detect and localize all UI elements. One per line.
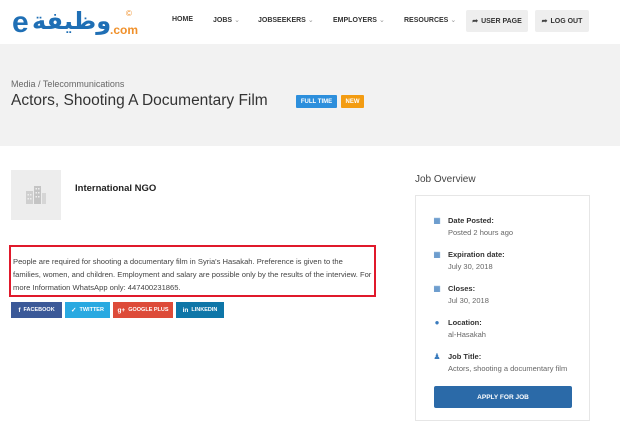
job-description: People are required for shooting a docum… — [9, 245, 376, 297]
nav-jobseekers-label: JOBSEEKERS — [258, 17, 306, 24]
overview-label: Date Posted: — [448, 216, 494, 225]
nav-jobs[interactable]: JOBS ⌄ — [213, 16, 240, 24]
share-facebook-button[interactable]: f FACEBOOK — [11, 302, 62, 318]
overview-label: Location: — [448, 318, 482, 327]
share-google-button[interactable]: g+ GOOGLE PLUS — [113, 302, 173, 318]
linkedin-icon: in — [182, 306, 189, 314]
chevron-down-icon: ⌄ — [450, 17, 457, 24]
job-overview-heading: Job Overview — [415, 174, 476, 185]
share-linkedin-button[interactable]: in LINKEDIN — [176, 302, 224, 318]
share-facebook-label: FACEBOOK — [23, 307, 55, 313]
user-page-label: USER PAGE — [481, 17, 522, 25]
user-page-button[interactable]: ➦ USER PAGE — [466, 10, 528, 32]
page-title: Actors, Shooting A Documentary Film — [11, 92, 268, 109]
calendar-icon: ▦ — [433, 250, 441, 259]
nav-employers[interactable]: EMPLOYERS ⌄ — [333, 16, 385, 24]
share-twitter-label: TWITTER — [79, 307, 104, 313]
overview-value: Actors, shooting a documentary film — [448, 364, 568, 373]
logo-domain: .com — [110, 23, 139, 37]
overview-value: Posted 2 hours ago — [448, 228, 514, 237]
nav-resources-label: RESOURCES — [404, 17, 449, 24]
new-badge: NEW — [341, 95, 364, 108]
overview-value: July 30, 2018 — [448, 262, 493, 271]
apply-for-job-button[interactable]: APPLY FOR JOB — [434, 386, 572, 408]
log-out-button[interactable]: ➦ LOG OUT — [535, 10, 589, 32]
sign-in-icon: ➦ — [472, 18, 479, 25]
overview-value: al-Hasakah — [448, 330, 486, 339]
page: e وظيفة .com © HOME JOBS ⌄ JOBSEEKERS ⌄ EM… — [0, 0, 620, 436]
twitter-icon: ✓ — [71, 307, 77, 314]
job-type-badge: FULL TIME — [296, 95, 337, 108]
nav-jobseekers[interactable]: JOBSEEKERS ⌄ — [258, 16, 314, 24]
google-plus-icon: g+ — [117, 306, 126, 314]
overview-label: Closes: — [448, 284, 476, 293]
chevron-down-icon: ⌄ — [378, 17, 385, 24]
overview-label: Expiration date: — [448, 250, 505, 259]
calendar-icon: ▦ — [433, 216, 441, 225]
chevron-down-icon: ⌄ — [234, 17, 240, 24]
sign-out-icon: ➦ — [541, 18, 548, 25]
share-twitter-button[interactable]: ✓ TWITTER — [65, 302, 110, 318]
logo-mark-icon: © — [126, 9, 132, 18]
building-icon — [26, 186, 46, 204]
overview-label: Job Title: — [448, 352, 482, 361]
facebook-icon: f — [18, 306, 21, 314]
nav-resources[interactable]: RESOURCES ⌄ — [404, 16, 456, 24]
site-logo[interactable]: e وظيفة .com © — [12, 6, 152, 39]
user-icon: ♟ — [433, 352, 441, 361]
breadcrumb[interactable]: Media / Telecommunications — [11, 79, 124, 89]
logo-arabic: وظيفة — [32, 7, 112, 35]
share-linkedin-label: LINKEDIN — [191, 307, 218, 313]
calendar-icon: ▦ — [433, 284, 441, 293]
nav-home[interactable]: HOME — [172, 16, 193, 23]
company-name[interactable]: International NGO — [75, 183, 156, 194]
site-header: e وظيفة .com © HOME JOBS ⌄ JOBSEEKERS ⌄ EM… — [0, 0, 620, 44]
company-logo[interactable] — [11, 170, 61, 220]
log-out-label: LOG OUT — [550, 17, 583, 25]
chevron-down-icon: ⌄ — [307, 17, 314, 24]
map-marker-icon: ● — [434, 318, 440, 327]
nav-home-label: HOME — [172, 16, 193, 23]
share-google-label: GOOGLE PLUS — [128, 307, 169, 313]
overview-value: Jul 30, 2018 — [448, 296, 489, 305]
nav-employers-label: EMPLOYERS — [333, 17, 377, 24]
job-overview-panel: ▦ Date Posted: Posted 2 hours ago ▦ Expi… — [415, 195, 590, 421]
logo-latin: e — [12, 6, 29, 39]
nav-jobs-label: JOBS — [213, 17, 233, 24]
